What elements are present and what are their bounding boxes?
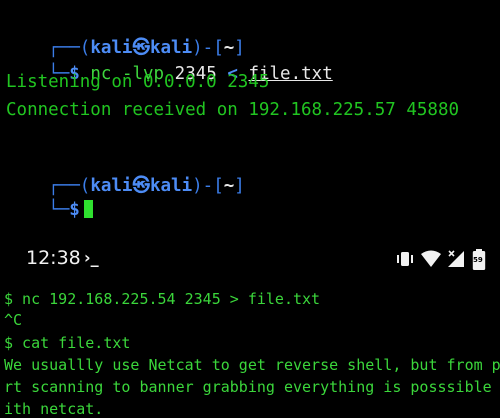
cellular-signal-icon [448, 250, 464, 267]
prompt-at-symbol: ㉿ [132, 176, 150, 196]
terminal-line: ^C [4, 311, 23, 329]
output-line: Connection received on 192.168.225.57 45… [6, 100, 460, 120]
wifi-icon [421, 250, 441, 267]
terminal-line: We usuallly use Netcat to get reverse sh… [4, 356, 500, 374]
phone-termux-screen[interactable]: 12:38 ›_ 59 $ nc 192.168.225.54 2345 > f… [0, 232, 500, 418]
terminal-line: $ nc 192.168.225.54 2345 > file.txt [4, 290, 321, 308]
terminal-cursor [83, 200, 93, 218]
prompt-dollar: $ [69, 200, 80, 220]
terminal-session-icon: ›_ [84, 248, 99, 267]
terminal-line: $ cat file.txt [4, 334, 131, 352]
prompt-bracket: ] [234, 176, 245, 196]
prompt-user: kali [90, 176, 133, 196]
terminal-line: rt scanning to banner grabbing everythin… [4, 378, 500, 396]
prompt-bracket: )-[ [192, 176, 224, 196]
vibrate-icon [397, 252, 413, 266]
prompt-directory: ~ [223, 176, 235, 196]
battery-level-text: 59 [473, 256, 483, 264]
prompt-host: kali [149, 176, 193, 196]
output-line: Listening on 0.0.0.0 2345 [6, 72, 270, 92]
status-time: 12:38 [26, 247, 81, 269]
prompt-corner: └─ [48, 200, 70, 220]
status-bar: 12:38 ›_ 59 [0, 232, 500, 288]
kali-terminal[interactable]: ┌──(kali㉿kali)-[~] └─$ nc -lvp 2345 < fi… [0, 0, 500, 232]
terminal-line: ith netcat. [4, 400, 104, 418]
command-line-2[interactable]: └─$ [6, 180, 93, 240]
